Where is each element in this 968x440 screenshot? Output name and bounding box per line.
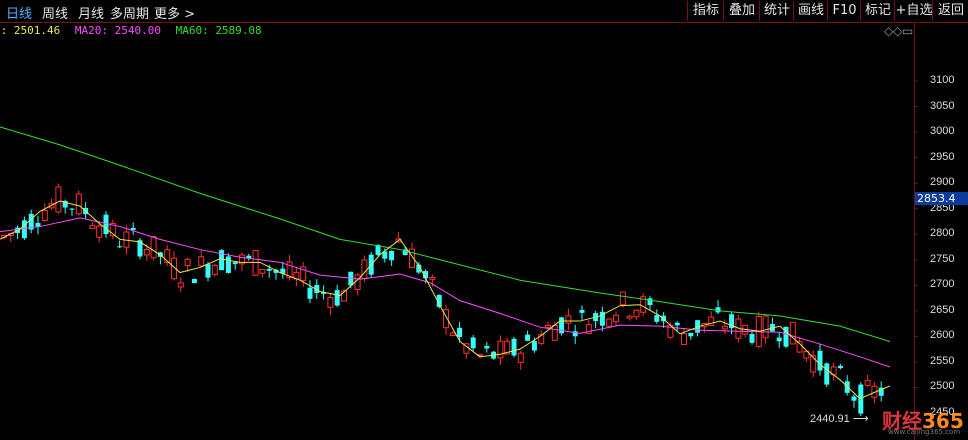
- tab-weekly[interactable]: 周线: [42, 3, 68, 22]
- candle-down: [117, 246, 123, 248]
- candle-up: [198, 256, 205, 267]
- candle-up: [150, 236, 157, 259]
- statistics-button[interactable]: 统计: [759, 1, 794, 21]
- candle-up: [565, 315, 572, 324]
- candle-up: [211, 264, 218, 275]
- candle-up: [626, 315, 633, 319]
- candle-up: [517, 352, 524, 363]
- candle-up: [327, 297, 334, 308]
- candle-down: [749, 333, 755, 343]
- f10-button[interactable]: F10: [827, 1, 861, 21]
- candle-down: [776, 337, 782, 342]
- top-toolbar: 日线 周线 月线 多周期 更多 > 指标 叠加 统计 画线 F10 标记 +自选…: [0, 0, 968, 23]
- candle-up: [721, 325, 728, 330]
- candle-up: [89, 225, 96, 229]
- candle-down: [674, 322, 680, 326]
- candle-down: [579, 309, 585, 313]
- candle-down: [266, 268, 272, 271]
- candle-down: [824, 363, 830, 385]
- candle-down: [457, 327, 463, 338]
- price-tick-label: 3100: [930, 74, 955, 86]
- candle-down: [647, 298, 653, 306]
- candle-down: [307, 287, 313, 299]
- candle-down: [511, 338, 517, 356]
- indicator-button[interactable]: 指标: [687, 1, 724, 21]
- overlay-button[interactable]: 叠加: [723, 1, 760, 21]
- candle-up: [143, 248, 150, 256]
- watermark-url: www.caijing365.com: [888, 428, 961, 436]
- candle-up: [259, 269, 266, 274]
- candle-down: [225, 256, 231, 273]
- candle-up: [41, 210, 48, 221]
- candle-down: [817, 350, 823, 371]
- candle-up: [864, 380, 871, 386]
- candle-up: [449, 332, 456, 336]
- candle-up: [184, 258, 191, 267]
- price-tick-label: 2900: [930, 176, 955, 189]
- candle-up: [361, 259, 368, 280]
- price-tick-label: 2600: [930, 329, 955, 342]
- candle-up: [545, 324, 551, 329]
- tab-multi-period[interactable]: 多周期: [110, 3, 149, 22]
- current-price-label: 2853.4: [915, 192, 968, 205]
- candle-up: [613, 314, 619, 322]
- candle-down: [69, 208, 75, 210]
- candle-up: [96, 225, 103, 238]
- price-tick-label: 2800: [930, 227, 955, 240]
- candle-down: [654, 315, 660, 322]
- candle-up: [354, 274, 361, 290]
- candle-up: [551, 324, 558, 341]
- candle-down: [232, 262, 238, 265]
- price-tick-label: 2500: [930, 380, 955, 393]
- candle-up: [789, 321, 796, 345]
- candle-up: [633, 309, 640, 318]
- candle-up: [429, 276, 436, 280]
- mark-button[interactable]: 标记: [860, 1, 895, 21]
- tab-monthly[interactable]: 月线: [78, 3, 104, 22]
- candle-down: [858, 384, 864, 414]
- candle-up: [681, 333, 687, 345]
- price-tick-label: 2750: [930, 252, 955, 265]
- candle-up: [252, 250, 259, 276]
- candle-up: [55, 186, 62, 213]
- tab-daily[interactable]: 日线: [6, 3, 32, 22]
- price-tick-label: 2650: [930, 303, 955, 316]
- candle-down: [851, 396, 857, 401]
- candle-down: [531, 341, 537, 351]
- tab-more[interactable]: 更多 >: [154, 3, 195, 22]
- candle-up: [497, 340, 504, 359]
- candle-up: [606, 318, 613, 327]
- price-tick-label: 3000: [930, 125, 955, 138]
- arrow-right-icon: ⟶: [852, 413, 869, 425]
- draw-line-button[interactable]: 画线: [793, 1, 828, 21]
- candle-down: [334, 290, 340, 306]
- candle-down: [484, 345, 490, 349]
- price-tick-label: 3050: [930, 99, 955, 112]
- candle-up: [762, 315, 769, 339]
- candle-down: [525, 334, 531, 341]
- candle-up: [177, 282, 184, 288]
- add-watchlist-button[interactable]: +自选: [894, 1, 933, 21]
- candle-down: [205, 264, 211, 278]
- candlestick-chart[interactable]: [0, 22, 968, 440]
- candle-down: [130, 227, 136, 230]
- low-price-value: 2440.91: [810, 413, 850, 425]
- candle-down: [688, 332, 694, 337]
- price-tick-label: 2950: [930, 150, 955, 163]
- candle-down: [837, 365, 843, 369]
- candle-up: [619, 291, 626, 306]
- price-tick-label: 2700: [930, 278, 955, 291]
- candle-down: [389, 250, 395, 261]
- candle-down: [191, 279, 197, 284]
- back-button[interactable]: 返回: [932, 1, 968, 21]
- candle-down: [470, 337, 476, 349]
- price-tick-label: 2550: [930, 354, 955, 367]
- low-price-label: 2440.91 ⟶: [810, 412, 869, 425]
- candle-up: [75, 193, 82, 215]
